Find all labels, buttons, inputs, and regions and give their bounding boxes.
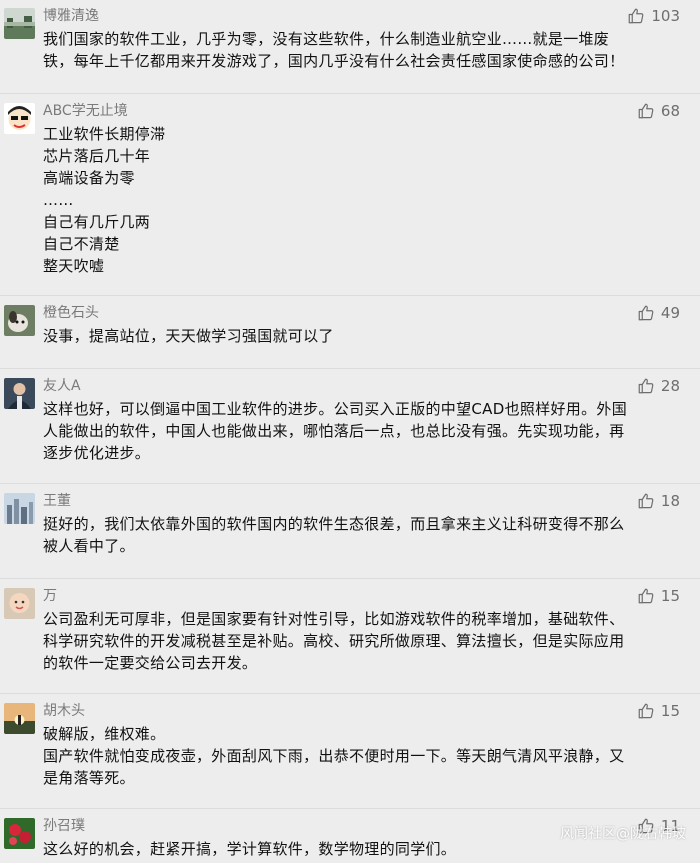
avatar[interactable] (4, 103, 35, 134)
comment-line: 铁，每年上千亿都用来开发游戏了，国内几乎没有什么社会责任感国家使命感的公司！ (43, 52, 625, 70)
username[interactable]: 友人A (43, 377, 81, 395)
username[interactable]: 王董 (43, 492, 71, 510)
like-button[interactable]: 68 (637, 102, 680, 120)
like-button[interactable]: 103 (627, 7, 680, 25)
comment-text: 公司盈利无可厚非，但是国家要有针对性引导，比如游戏软件的税率增加，基础软件、 科学… (43, 608, 680, 674)
avatar[interactable] (4, 493, 35, 524)
divider (0, 483, 700, 484)
comment-line: 是角落等死。 (43, 769, 135, 787)
watermark: 风闻社区@陇右韩玻 (560, 826, 686, 842)
comment-line: 的软件一定要交给公司去开发。 (43, 654, 258, 672)
like-count: 103 (651, 7, 680, 25)
avatar[interactable] (4, 588, 35, 619)
thumbs-up-icon (637, 702, 661, 720)
divider (0, 93, 700, 94)
comment-text: 挺好的，我们太依靠外国的软件国内的软件生态很差，而且拿来主义让科研变得不那么 被人… (43, 513, 680, 557)
like-count: 49 (660, 304, 680, 322)
divider (0, 578, 700, 579)
comment-line: 破解版，维权难。 (43, 725, 166, 743)
username[interactable]: 博雅清逸 (43, 7, 99, 25)
comment-line: 自己不清楚 (43, 235, 120, 253)
comment-text: 没事，提高站位，天天做学习强国就可以了 (43, 325, 680, 347)
comment-line: 没事，提高站位，天天做学习强国就可以了 (43, 327, 334, 345)
like-button[interactable]: 15 (637, 587, 680, 605)
like-count: 15 (660, 587, 680, 605)
comment-line: 我们国家的软件工业，几乎为零，没有这些软件，什么制造业航空业……就是一堆废 (43, 30, 610, 48)
username[interactable]: 万 (43, 587, 57, 605)
username[interactable]: 胡木头 (43, 702, 85, 720)
comment-line: 整天吹嘘 (43, 257, 105, 275)
divider (0, 693, 700, 694)
thumbs-up-icon (637, 102, 661, 120)
comment-line: 高端设备为零 (43, 169, 135, 187)
thumbs-up-icon (637, 304, 661, 322)
comment-line: 芯片落后几十年 (43, 147, 151, 165)
comment-line: …… (43, 191, 74, 209)
comment-text: 破解版，维权难。国产软件就怕变成夜壶，外面刮风下雨，出恭不便时用一下。等天朗气清… (43, 723, 680, 789)
avatar[interactable] (4, 8, 35, 39)
comment-line: 被人看中了。 (43, 537, 135, 555)
comment-text: 我们国家的软件工业，几乎为零，没有这些软件，什么制造业航空业……就是一堆废 铁，每… (43, 28, 680, 72)
comment-line: 国产软件就怕变成夜壶，外面刮风下雨，出恭不便时用一下。等天朗气清风平浪静，又 (43, 747, 625, 765)
username[interactable]: 橙色石头 (43, 304, 99, 322)
avatar[interactable] (4, 818, 35, 849)
comment-line: 人能做出的软件，中国人也能做出来，哪怕落后一点，也总比没有强。先实现功能，再 (43, 422, 625, 440)
divider (0, 295, 700, 296)
divider (0, 368, 700, 369)
like-count: 15 (660, 702, 680, 720)
like-button[interactable]: 28 (637, 377, 680, 395)
avatar[interactable] (4, 378, 35, 409)
like-count: 28 (660, 377, 680, 395)
like-button[interactable]: 15 (637, 702, 680, 720)
like-button[interactable]: 18 (637, 492, 680, 510)
username[interactable]: 孙召璞 (43, 817, 85, 835)
comment-line: 这样也好，可以倒逼中国工业软件的进步。公司买入正版的中望CAD也照样好用。外国 (43, 400, 627, 418)
avatar[interactable] (4, 305, 35, 336)
comment-text: 工业软件长期停滞 芯片落后几十年 高端设备为零 …… 自己有几斤几两 自己不清楚整天吹嘘 (43, 123, 680, 277)
like-count: 18 (660, 492, 680, 510)
comment-line: 工业软件长期停滞 (43, 125, 166, 143)
thumbs-up-icon (627, 7, 651, 25)
comment-line: 公司盈利无可厚非，但是国家要有针对性引导，比如游戏软件的税率增加，基础软件、 (43, 610, 625, 628)
comment-line: 自己有几斤几两 (43, 213, 151, 231)
comment-line: 挺好的，我们太依靠外国的软件国内的软件生态很差，而且拿来主义让科研变得不那么 (43, 515, 625, 533)
username[interactable]: ABC学无止境 (43, 102, 128, 120)
divider (0, 808, 700, 809)
like-count: 68 (660, 102, 680, 120)
thumbs-up-icon (637, 377, 661, 395)
comment-text: 这样也好，可以倒逼中国工业软件的进步。公司买入正版的中望CAD也照样好用。外国人… (43, 398, 680, 464)
comment-line: 科学研究软件的开发减税甚至是补贴。高校、研究所做原理、算法擅长，但是实际应用 (43, 632, 625, 650)
thumbs-up-icon (637, 492, 661, 510)
like-button[interactable]: 49 (637, 304, 680, 322)
thumbs-up-icon (637, 587, 661, 605)
comment-line: 逐步优化进步。 (43, 444, 151, 462)
avatar[interactable] (4, 703, 35, 734)
